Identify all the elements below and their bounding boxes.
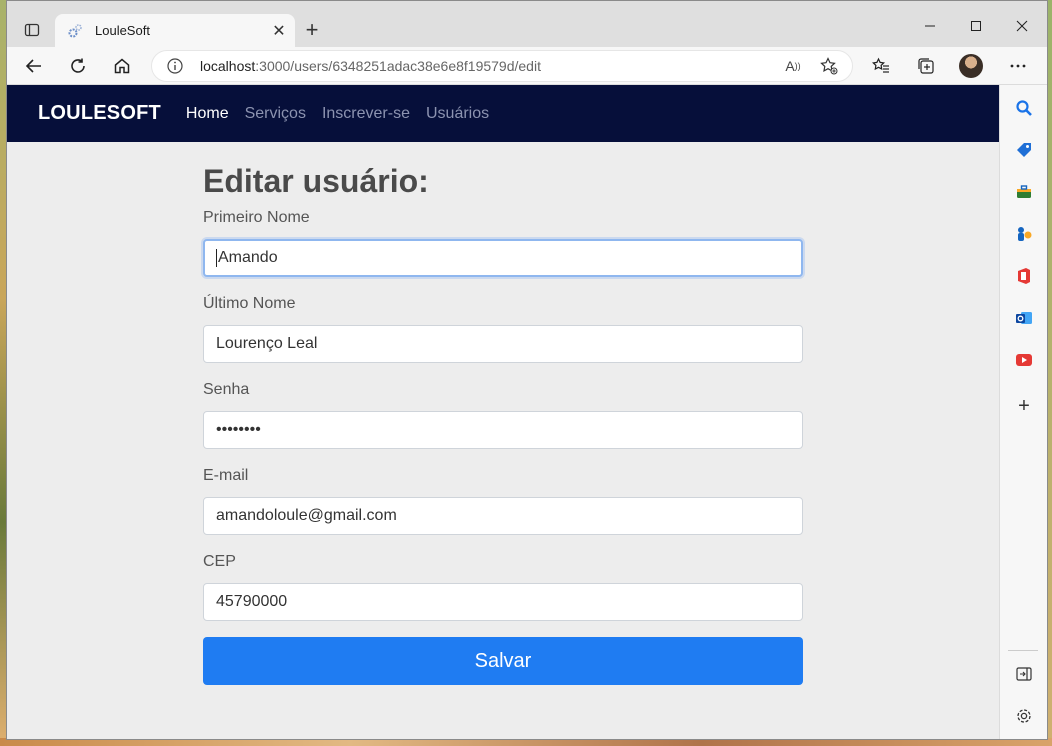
browser-toolbar: localhost:3000/users/6348251adac38e6e8f1… xyxy=(7,47,1047,85)
tab-close-icon[interactable]: ✕ xyxy=(269,21,289,41)
outlook-icon[interactable] xyxy=(1013,307,1035,329)
email-value: amandoloule@gmail.com xyxy=(216,507,397,524)
maximize-icon[interactable] xyxy=(953,11,999,41)
browser-tab[interactable]: LouleSoft ✕ xyxy=(55,14,295,47)
address-bar[interactable]: localhost:3000/users/6348251adac38e6e8f1… xyxy=(151,50,853,82)
gear-favicon-icon xyxy=(67,23,83,39)
cep-field[interactable]: 45790000 xyxy=(203,583,803,621)
nav-link-usuarios[interactable]: Usuários xyxy=(426,105,489,123)
page-viewport: LOULESOFT Home Serviços Inscrever-se Usu… xyxy=(7,85,999,739)
tab-strip: LouleSoft ✕ + xyxy=(7,1,1047,47)
settings-gear-icon[interactable] xyxy=(1013,705,1035,727)
games-icon[interactable] xyxy=(1013,223,1035,245)
search-icon[interactable] xyxy=(1013,97,1035,119)
tab-actions-icon[interactable] xyxy=(19,17,45,43)
password-label: Senha xyxy=(203,381,250,398)
first-name-value: Amando xyxy=(218,249,278,266)
edge-sidebar: + xyxy=(999,85,1047,739)
edit-user-form: Editar usuário: Primeiro Nome Amando Últ… xyxy=(203,163,803,685)
back-arrow-icon[interactable] xyxy=(19,52,49,80)
nav-link-inscrever-se[interactable]: Inscrever-se xyxy=(322,105,410,123)
read-aloud-icon[interactable]: A)) xyxy=(782,55,804,77)
url-host: localhost xyxy=(200,58,256,74)
browser-window: LouleSoft ✕ + localhost:3000/users/63482… xyxy=(6,0,1048,740)
profile-avatar[interactable] xyxy=(959,54,983,78)
first-name-field[interactable]: Amando xyxy=(203,239,803,277)
email-field[interactable]: amandoloule@gmail.com xyxy=(203,497,803,535)
url-text: localhost:3000/users/6348251adac38e6e8f1… xyxy=(200,58,782,74)
site-navbar: LOULESOFT Home Serviços Inscrever-se Usu… xyxy=(7,85,999,142)
minimize-icon[interactable] xyxy=(907,11,953,41)
more-icon[interactable] xyxy=(1003,52,1033,80)
last-name-value: Lourenço Leal xyxy=(216,335,318,352)
add-sidebar-app-icon[interactable]: + xyxy=(1013,395,1035,417)
shopping-tag-icon[interactable] xyxy=(1013,139,1035,161)
refresh-icon[interactable] xyxy=(63,52,93,80)
url-path: :3000/users/6348251adac38e6e8f19579d/edi… xyxy=(255,58,541,74)
page-title: Editar usuário: xyxy=(203,163,429,199)
save-button[interactable]: Salvar xyxy=(203,637,803,685)
sidebar-divider xyxy=(1008,650,1038,651)
add-favorite-icon[interactable] xyxy=(818,55,840,77)
nav-link-servicos[interactable]: Serviços xyxy=(245,105,306,123)
tab-title: LouleSoft xyxy=(95,23,150,38)
office-icon[interactable] xyxy=(1013,265,1035,287)
password-field[interactable]: •••••••• xyxy=(203,411,803,449)
hide-sidebar-icon[interactable] xyxy=(1013,663,1035,685)
desktop-wallpaper-right xyxy=(1048,0,1052,746)
last-name-label: Último Nome xyxy=(203,295,296,312)
first-name-label: Primeiro Nome xyxy=(203,209,310,226)
password-value: •••••••• xyxy=(216,421,261,438)
youtube-icon[interactable] xyxy=(1013,349,1035,371)
cep-value: 45790000 xyxy=(216,593,288,610)
info-icon[interactable] xyxy=(166,57,184,75)
favorites-icon[interactable] xyxy=(866,52,896,80)
home-icon[interactable] xyxy=(107,52,137,80)
close-window-icon[interactable] xyxy=(999,11,1045,41)
new-tab-icon[interactable]: + xyxy=(301,17,323,42)
last-name-field[interactable]: Lourenço Leal xyxy=(203,325,803,363)
text-caret xyxy=(216,249,217,267)
email-label: E-mail xyxy=(203,467,249,484)
collections-icon[interactable] xyxy=(911,52,941,80)
brand-logo[interactable]: LOULESOFT xyxy=(38,102,161,125)
nav-link-home[interactable]: Home xyxy=(186,105,229,123)
cep-label: CEP xyxy=(203,553,236,570)
tools-briefcase-icon[interactable] xyxy=(1013,181,1035,203)
